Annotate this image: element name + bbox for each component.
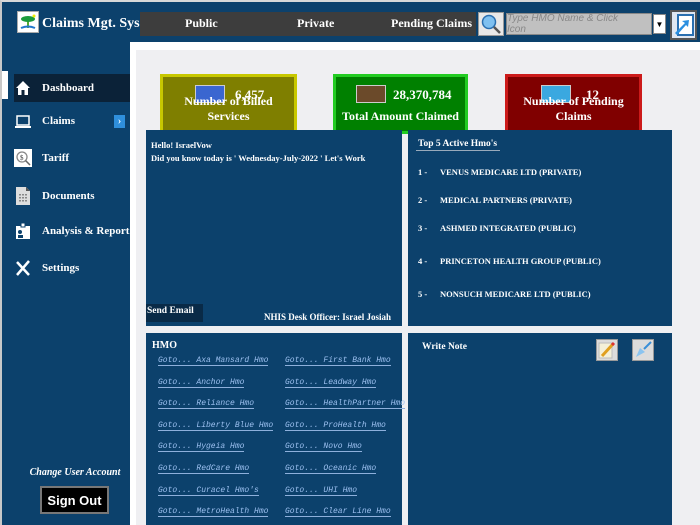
nav-private[interactable]: Private: [297, 16, 334, 31]
top5-row: 1 - VENUS MEDICARE LTD (PRIVATE): [418, 167, 582, 177]
hmo-link[interactable]: Goto... Liberty Blue Hmo: [158, 421, 274, 431]
search-icon: [481, 14, 501, 34]
dashboard-area: 6,457 Number of Billed Services 28,370,7…: [136, 50, 700, 525]
hmo-link[interactable]: Goto... ProHealth Hmo: [285, 421, 386, 431]
hmo-link[interactable]: Goto... Curacel Hmo's: [158, 486, 259, 496]
top5-row: 3 - ASHMED INTEGRATED (PUBLIC): [418, 223, 576, 233]
clear-note-button[interactable]: [632, 339, 654, 361]
hmo-link[interactable]: Goto... Oceanic Hmo: [285, 464, 377, 474]
sidebar: Dashboard Claims › $ Tariff Documents An…: [2, 42, 130, 525]
nav-pending-claims[interactable]: Pending Claims: [391, 16, 472, 31]
sidebar-item-tariff[interactable]: $ Tariff: [2, 144, 130, 172]
greeting-message: Did you know today is ' Wednesday-July-2…: [151, 153, 366, 163]
stat-label: Number of Billed Services: [184, 94, 273, 123]
hmo-link[interactable]: Goto... Reliance Hmo: [158, 399, 255, 409]
hmo-link[interactable]: Goto... HealthPartner Hmo: [285, 399, 406, 409]
chevron-right-icon[interactable]: ›: [114, 114, 125, 128]
sidebar-item-dashboard[interactable]: Dashboard: [14, 74, 130, 102]
top5-title: Top 5 Active Hmo's: [416, 139, 501, 151]
broom-icon: [636, 341, 652, 357]
exit-arrow-icon: [674, 14, 694, 36]
top5-hmos-panel: Top 5 Active Hmo's 1 - VENUS MEDICARE LTD…: [408, 130, 672, 326]
change-user-account-link[interactable]: Change User Account: [2, 467, 148, 478]
top-nav: Public Private Pending Claims: [140, 12, 476, 36]
tools-icon: [14, 259, 32, 277]
sidebar-item-analysis-report[interactable]: Analysis & Report: [2, 217, 130, 245]
hmo-link[interactable]: Goto... RedCare Hmo: [158, 464, 250, 474]
greeting-hello: Hello! IsraelVow: [151, 140, 212, 150]
stat-total-amount: 28,370,784 Total Amount Claimed: [333, 74, 468, 134]
search-button[interactable]: [478, 12, 504, 36]
hmo-link[interactable]: Goto... Leadway Hmo: [285, 378, 377, 388]
sidebar-item-settings[interactable]: Settings: [2, 254, 130, 282]
hmo-link[interactable]: Goto... MetroHealth Hmo: [158, 507, 269, 517]
stat-pending-claims: 12 Number of Pending Claims: [505, 74, 642, 134]
sidebar-item-label: Claims: [42, 115, 75, 127]
send-email-button[interactable]: Send Email: [146, 304, 203, 322]
stat-billed-services: 6,457 Number of Billed Services: [160, 74, 297, 134]
hmo-link[interactable]: Goto... Novo Hmo: [285, 442, 362, 452]
nav-public[interactable]: Public: [185, 16, 218, 31]
active-indicator: [2, 71, 8, 99]
greeting-panel: Hello! IsraelVow Did you know today is '…: [146, 130, 402, 326]
hmo-link[interactable]: Goto... First Bank Hmo: [285, 356, 391, 366]
hmo-link[interactable]: Goto... Axa Mansard Hmo: [158, 356, 269, 366]
hmo-link[interactable]: Goto... Clear Line Hmo: [285, 507, 391, 517]
sign-out-button[interactable]: Sign Out: [40, 486, 109, 514]
hmo-link[interactable]: Goto... Anchor Hmo: [158, 378, 245, 388]
money-tray-icon: [356, 85, 386, 103]
write-note-title: Write Note: [422, 342, 467, 352]
sidebar-item-documents[interactable]: Documents: [2, 182, 130, 210]
exit-button[interactable]: [670, 10, 697, 40]
hmo-title: HMO: [152, 340, 177, 351]
badge-icon: [14, 222, 32, 240]
sidebar-item-label: Dashboard: [42, 82, 94, 94]
stat-label: Total Amount Claimed: [342, 109, 459, 123]
app-window: Claims Mgt. Sys. Public Private Pending …: [0, 0, 700, 525]
stat-label: Number of Pending Claims: [523, 94, 624, 123]
desk-officer: NHIS Desk Officer: Israel Josiah: [264, 312, 391, 322]
sidebar-item-label: Documents: [42, 190, 95, 202]
search-dropdown-button[interactable]: ▼: [653, 14, 666, 34]
pencil-icon: [598, 341, 616, 359]
top5-row: 4 - PRINCETON HEALTH GROUP (PUBLIC): [418, 256, 601, 266]
write-note-panel: Write Note: [408, 333, 672, 525]
main-content: 6,457 Number of Billed Services 28,370,7…: [130, 42, 700, 525]
sidebar-item-label: Analysis & Report: [42, 225, 130, 237]
document-icon: [14, 187, 32, 205]
hmo-links-panel: HMO Goto... Axa Mansard Hmo Goto... Anch…: [146, 333, 406, 525]
palm-tree-logo-icon: [17, 11, 39, 33]
magnifier-icon: $: [14, 149, 32, 167]
hmo-link[interactable]: Goto... UHI Hmo: [285, 486, 358, 496]
sidebar-item-label: Settings: [42, 262, 80, 274]
top5-row: 2 - MEDICAL PARTNERS (PRIVATE): [418, 195, 572, 205]
top5-row: 5 - NONSUCH MEDICARE LTD (PUBLIC): [418, 289, 591, 299]
svg-text:$: $: [20, 154, 24, 162]
hmo-search-input[interactable]: Type HMO Name & Click Icon: [506, 13, 652, 35]
home-icon: [14, 79, 32, 97]
sidebar-item-claims[interactable]: Claims ›: [2, 107, 130, 135]
app-title: Claims Mgt. Sys.: [42, 16, 144, 31]
edit-note-button[interactable]: [596, 339, 618, 361]
hmo-link[interactable]: Goto... Hygeia Hmo: [158, 442, 245, 452]
stat-value: 28,370,784: [393, 87, 452, 102]
laptop-icon: [14, 112, 32, 130]
sidebar-item-label: Tariff: [42, 152, 70, 164]
